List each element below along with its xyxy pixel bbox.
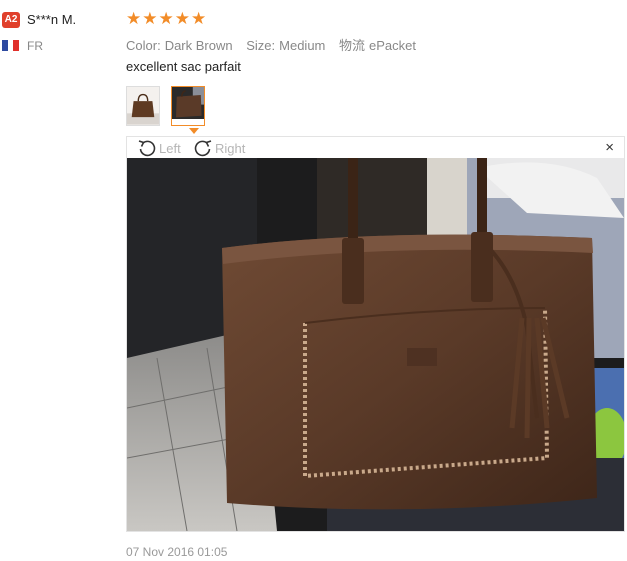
star-icon: ★ [174,9,190,28]
rotate-left-button[interactable]: Left [137,138,181,158]
attr-color-value: Dark Brown [164,38,233,53]
active-thumbnail-pointer [189,128,199,134]
attr-size-key: Size: [246,38,276,53]
viewer-toolbar: Left Right × [127,137,624,158]
photo-thumbnails [126,86,205,126]
star-icon: ★ [126,9,142,28]
close-icon[interactable]: × [605,139,614,157]
thumbnail-photo-2[interactable] [171,86,205,126]
bag-photo-thumbnail-image [172,87,204,119]
star-icon: ★ [142,9,158,28]
star-rating: ★ ★ ★ ★ ★ [126,9,206,29]
star-icon: ★ [158,9,174,28]
rotate-left-icon [138,140,156,157]
review-photo [127,158,624,531]
attr-color-key: Color: [126,38,161,53]
review-date: 07 Nov 2016 01:05 [126,545,228,559]
photo-viewer: Left Right × [126,136,625,532]
rotate-right-button[interactable]: Right [193,138,245,158]
rotate-left-label: Left [159,140,181,156]
attr-shipping-value: ePacket [369,38,417,53]
brown-tote-bag-photo [127,158,624,531]
attr-shipping-key: 物流 [339,38,366,53]
rotate-right-icon [194,140,212,157]
review-text: excellent sac parfait [126,59,241,74]
star-icon: ★ [191,9,207,28]
reviewer-name: S***n M. [27,12,77,27]
attr-size-value: Medium [279,38,326,53]
bag-photo-thumbnail-image [127,87,159,125]
thumbnail-photo-1[interactable] [126,86,160,126]
france-flag-icon [2,40,20,51]
level-badge: A2 [2,12,20,28]
order-attributes: Color: Dark Brown Size: Medium 物流 ePacket [126,35,426,54]
rotate-right-label: Right [215,140,246,156]
reviewer-country: FR [27,39,43,53]
